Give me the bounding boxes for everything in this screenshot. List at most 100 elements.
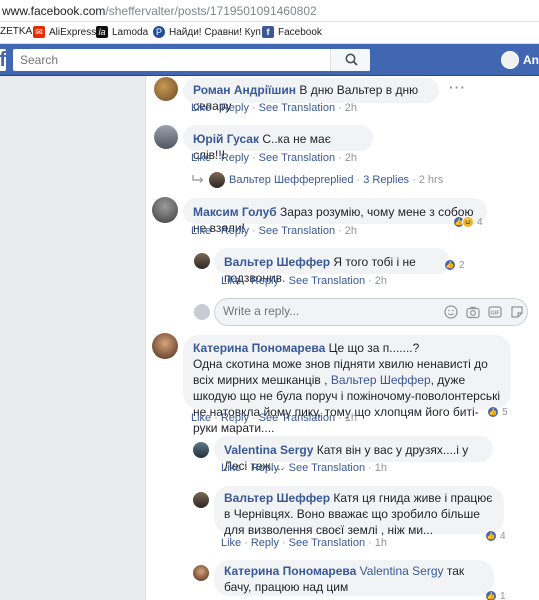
comment-time[interactable]: 1h — [345, 412, 357, 424]
comment-author[interactable]: Вальтер Шеффер — [224, 255, 330, 269]
reaction-count[interactable]: 👍 😆 4 — [453, 216, 483, 228]
comment-actions: Like · Reply · See Translation · 2h — [191, 102, 358, 114]
reply-link[interactable]: Reply — [251, 537, 279, 549]
comment-time[interactable]: 1h — [375, 462, 387, 474]
reaction-count[interactable]: 👍 1 — [485, 590, 506, 600]
gif-icon[interactable]: GIF — [488, 305, 502, 319]
facebook-icon: f — [262, 26, 274, 38]
comment-actions: Like · Reply · See Translation · 2h — [221, 275, 388, 287]
see-translation-link[interactable]: See Translation — [289, 462, 365, 474]
see-translation-link[interactable]: See Translation — [259, 102, 335, 114]
write-reply-box[interactable]: GIF — [214, 298, 528, 326]
like-link[interactable]: Like — [221, 275, 241, 287]
search-icon — [345, 53, 358, 66]
view-replies-link[interactable]: Вальтер Шеффер replied · 3 Replies · 2 hrs — [191, 172, 443, 188]
comment-time[interactable]: 2h — [345, 152, 357, 164]
reply-bubble: Вальтер Шеффер Я того тобі і не подзвони… — [214, 248, 450, 285]
mention-link[interactable]: Вальтер Шеффер — [331, 373, 431, 387]
aliexpress-icon: ✉ — [33, 26, 45, 38]
see-translation-link[interactable]: See Translation — [259, 152, 335, 164]
reply-link[interactable]: Reply — [221, 102, 249, 114]
reply-link[interactable]: Reply — [251, 462, 279, 474]
like-reaction-icon: 👍 — [487, 406, 499, 418]
emoji-icon[interactable] — [444, 305, 458, 319]
reply-link[interactable]: Reply — [221, 225, 249, 237]
haha-reaction-icon: 😆 — [462, 216, 474, 228]
avatar — [194, 304, 210, 320]
comment-actions: Like · Reply · See Translation · 2h — [191, 152, 358, 164]
browser-address-bar[interactable]: www.facebook.com/sheffervalter/posts/171… — [0, 0, 539, 22]
comment-time[interactable]: 1h — [375, 537, 387, 549]
search-input[interactable] — [13, 49, 370, 71]
reply-arrow-icon — [192, 175, 204, 183]
comment-time[interactable]: 2h — [345, 225, 357, 237]
reply-link[interactable]: Reply — [221, 152, 249, 164]
reaction-count[interactable]: 👍 2 — [444, 259, 465, 271]
lamoda-icon: la — [96, 26, 108, 38]
mention-link[interactable]: Valentina Sergy — [360, 564, 444, 578]
reaction-count[interactable]: 👍 5 — [487, 406, 508, 418]
write-reply-input[interactable] — [223, 304, 423, 318]
comment-bubble: Роман Андріїшин В дню Вальтер в дню сепа… — [183, 78, 439, 113]
like-link[interactable]: Like — [221, 462, 241, 474]
bookmarks-bar: ZETKA ✉ AliExpress la Lamoda P Найди! Ср… — [0, 22, 539, 44]
comment-author[interactable]: Юрій Гусак — [193, 132, 259, 146]
like-link[interactable]: Like — [191, 102, 211, 114]
user-avatar[interactable] — [501, 51, 519, 69]
user-name[interactable]: And — [523, 53, 539, 67]
bookmark-zetka[interactable]: ZETKA — [0, 26, 32, 37]
left-column — [0, 76, 145, 600]
comment-bubble: Юрій Гусак С..ка не має слів!!! — [183, 125, 373, 162]
avatar[interactable] — [194, 253, 210, 269]
comment-actions: Like · Reply · See Translation · 1h — [191, 412, 358, 424]
avatar[interactable] — [154, 77, 178, 101]
avatar — [209, 172, 225, 188]
bookmark-facebook[interactable]: f Facebook — [262, 26, 322, 38]
avatar[interactable] — [193, 492, 209, 508]
comment-actions: Like · Reply · See Translation · 1h — [221, 462, 388, 474]
bookmark-lamoda[interactable]: la Lamoda — [96, 26, 148, 38]
sticker-icon[interactable] — [510, 305, 524, 319]
avatar[interactable] — [193, 565, 209, 581]
like-link[interactable]: Like — [191, 152, 211, 164]
comment-author[interactable]: Максим Голуб — [193, 205, 277, 219]
comment-text: Це що за п.......? — [325, 341, 420, 355]
avatar[interactable] — [154, 125, 178, 149]
reply-link[interactable]: Reply — [221, 412, 249, 424]
comment-bubble: Катерина Пономарева Це що за п.......? О… — [183, 335, 511, 435]
comment-time[interactable]: 2h — [375, 275, 387, 287]
see-translation-link[interactable]: See Translation — [289, 537, 365, 549]
avatar[interactable] — [152, 333, 178, 359]
like-reaction-icon: 👍 — [485, 590, 497, 600]
comment-author[interactable]: Катерина Пономарева — [224, 564, 356, 578]
svg-text:GIF: GIF — [490, 311, 500, 317]
like-reaction-icon: 👍 — [444, 259, 456, 271]
camera-icon[interactable] — [466, 305, 480, 319]
like-link[interactable]: Like — [191, 225, 211, 237]
bookmark-price[interactable]: P Найди! Сравни! Куп — [153, 26, 261, 38]
like-link[interactable]: Like — [221, 537, 241, 549]
bookmark-aliexpress[interactable]: ✉ AliExpress — [33, 26, 96, 38]
avatar[interactable] — [152, 197, 178, 223]
like-link[interactable]: Like — [191, 412, 211, 424]
url-text: www.facebook.com/sheffervalter/posts/171… — [2, 4, 317, 18]
reply-link[interactable]: Reply — [251, 275, 279, 287]
facebook-logo-icon[interactable]: f — [0, 49, 6, 71]
comment-actions: Like · Reply · See Translation · 1h — [221, 537, 388, 549]
see-translation-link[interactable]: See Translation — [259, 225, 335, 237]
comment-author[interactable]: Роман Андріїшин — [193, 83, 296, 97]
comments-feed: Роман Андріїшин В дню Вальтер в дню сепа… — [145, 76, 539, 600]
search-button[interactable] — [330, 49, 370, 71]
comment-author[interactable]: Valentina Sergy — [224, 443, 313, 457]
comment-author[interactable]: Катерина Пономарева — [193, 341, 325, 355]
see-translation-link[interactable]: See Translation — [259, 412, 335, 424]
comment-bubble: Максим Голуб Зараз розумію, чому мене з … — [183, 198, 487, 235]
comment-time[interactable]: 2h — [345, 102, 357, 114]
more-options-icon[interactable]: ··· — [449, 79, 466, 95]
reaction-count[interactable]: 👍 4 — [485, 530, 506, 542]
see-translation-link[interactable]: See Translation — [289, 275, 365, 287]
comment-author[interactable]: Вальтер Шеффер — [224, 491, 330, 505]
avatar[interactable] — [193, 442, 209, 458]
facebook-header: f And — [0, 44, 539, 76]
reply-bubble: Вальтер Шеффер Катя ця гнида живе і прац… — [214, 486, 504, 537]
